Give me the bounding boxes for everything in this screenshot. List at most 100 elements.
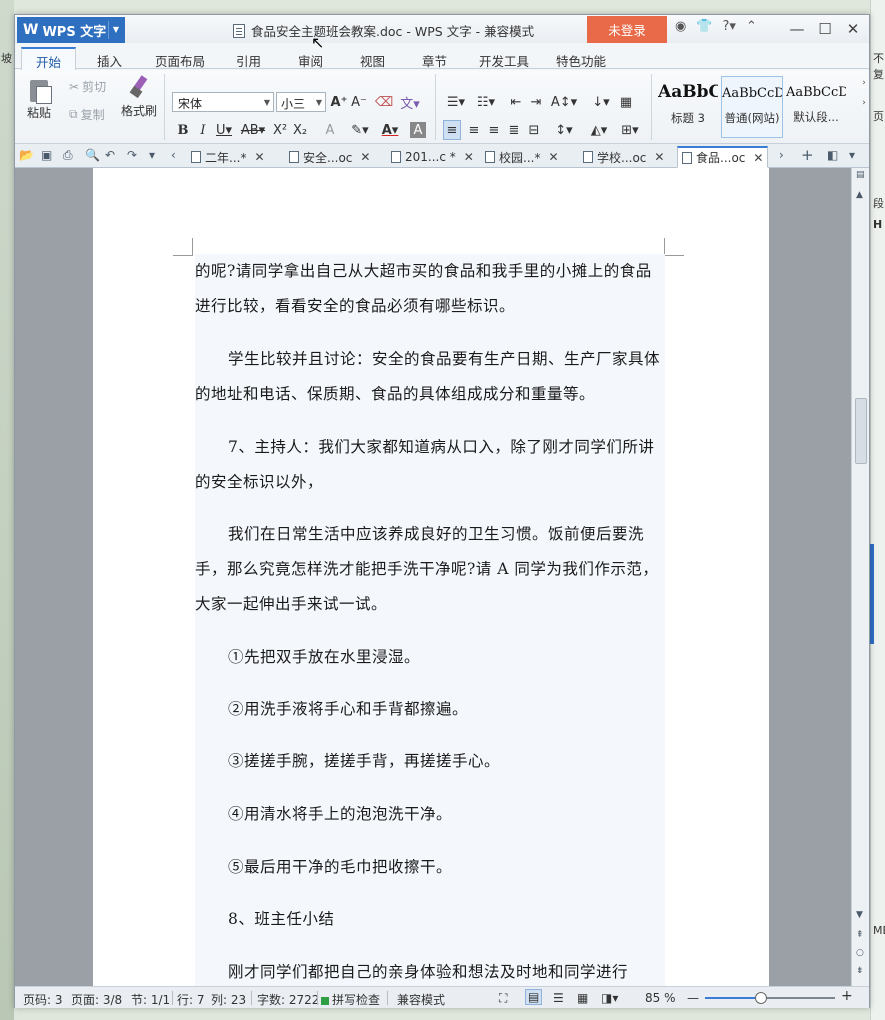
style-normal-web[interactable]: AaBbCcD 普通(网站): [721, 76, 783, 138]
collapse-ribbon-icon[interactable]: ⌃: [746, 19, 757, 34]
scroll-down-icon[interactable]: ▼: [856, 910, 863, 920]
style-default-paragraph[interactable]: AaBbCcDd 默认段...: [785, 76, 847, 138]
subscript-icon[interactable]: X₂: [291, 120, 309, 140]
shirt-icon[interactable]: 👕: [696, 19, 712, 34]
outline-view-icon[interactable]: ☰: [553, 991, 564, 1005]
page-view-icon[interactable]: ▤: [525, 989, 543, 1005]
line-spacing-icon[interactable]: ↕▾: [551, 120, 577, 140]
tab-chapter[interactable]: 章节: [422, 51, 447, 70]
zoom-out-icon[interactable]: —: [687, 991, 699, 1005]
doc-tab[interactable]: 201...c * ✕: [387, 146, 478, 168]
paste-button[interactable]: 粘贴: [27, 76, 52, 121]
zoom-in-icon[interactable]: +: [841, 988, 853, 1004]
print-icon[interactable]: ⎙: [63, 148, 73, 163]
tab-scroll-left-icon[interactable]: ‹: [171, 148, 176, 162]
chevron-down-icon[interactable]: ›: [862, 98, 866, 108]
sort-icon[interactable]: ↓▾: [589, 92, 613, 112]
doc-menu-icon[interactable]: ▾: [849, 148, 855, 162]
char-shading-icon[interactable]: A: [410, 122, 426, 138]
font-size-select[interactable]: 小三 ▼: [276, 92, 326, 112]
justify-icon[interactable]: ≣: [505, 120, 523, 140]
bullet-list-icon[interactable]: ☰▾: [443, 92, 469, 112]
clear-format-icon[interactable]: ⌫: [375, 92, 393, 112]
new-tab-icon[interactable]: +: [801, 146, 814, 164]
tab-scroll-right-icon[interactable]: ›: [779, 148, 784, 162]
status-pages[interactable]: 页面: 3/8: [71, 991, 122, 1008]
doc-tab[interactable]: 安全...oc ✕: [285, 146, 374, 168]
status-section[interactable]: 节: 1/1: [131, 991, 170, 1008]
vertical-scrollbar[interactable]: ▤ ▲ ▼ ⇞ ○ ⇟: [851, 168, 869, 986]
previous-page-icon[interactable]: ⇞: [856, 930, 864, 940]
tab-references[interactable]: 引用: [236, 51, 261, 70]
numbered-list-icon[interactable]: ☷▾: [473, 92, 499, 112]
status-page-number[interactable]: 页码: 3: [23, 991, 63, 1008]
paragraph[interactable]: 刚才同学们都把自己的亲身体验和想法及时地和同学进行: [195, 955, 667, 986]
document-canvas[interactable]: 的呢?请同学拿出自己从大超市买的食品和我手里的小摊上的食品进行比较，看看安全的食…: [15, 168, 851, 986]
maximize-icon[interactable]: ☐: [811, 17, 839, 41]
scrollbar-thumb[interactable]: [855, 398, 867, 464]
paragraph[interactable]: 7、主持人：我们大家都知道病从口入，除了刚才同学们所讲的安全标识以外，: [195, 430, 667, 500]
close-icon[interactable]: ✕: [254, 150, 264, 164]
style-heading-3[interactable]: AaBbC 标题 3: [657, 76, 719, 138]
paragraph[interactable]: 的呢?请同学拿出自己从大超市买的食品和我手里的小摊上的食品进行比较，看看安全的食…: [195, 254, 667, 324]
paragraph[interactable]: ⑤最后用干净的毛巾把收擦干。: [195, 850, 667, 885]
paragraph[interactable]: ③搓搓手腕，搓搓手背，再搓搓手心。: [195, 744, 667, 779]
login-button[interactable]: 未登录: [587, 16, 667, 43]
tab-special[interactable]: 特色功能: [556, 51, 606, 70]
pinyin-guide-icon[interactable]: 文▾: [397, 92, 423, 112]
app-menu-button[interactable]: W WPS 文字 ▼: [17, 17, 125, 43]
change-case-icon[interactable]: A↕▾: [551, 92, 577, 112]
border-icon[interactable]: ⊞▾: [617, 120, 643, 140]
shrink-font-icon[interactable]: A⁻: [350, 92, 368, 112]
doc-tab[interactable]: 二年...* ✕: [187, 146, 269, 168]
tab-home[interactable]: 开始: [21, 47, 77, 70]
table-icon[interactable]: ▦: [617, 92, 635, 112]
close-icon[interactable]: ✕: [654, 150, 664, 164]
paragraph[interactable]: ①先把双手放在水里浸湿。: [195, 640, 667, 675]
scroll-up-icon[interactable]: ▲: [856, 190, 863, 200]
status-word-count[interactable]: 字数: 2722: [257, 991, 319, 1008]
italic-icon[interactable]: I: [195, 120, 211, 140]
superscript-icon[interactable]: X²: [271, 120, 289, 140]
zoom-slider-handle[interactable]: [754, 992, 767, 1004]
zoom-slider[interactable]: [705, 992, 835, 1004]
doc-tab[interactable]: 校园...* ✕: [481, 146, 563, 168]
split-view-icon[interactable]: ▤: [856, 170, 865, 180]
distribute-icon[interactable]: ⊟: [525, 120, 543, 140]
spell-check-toggle[interactable]: 拼写检查: [321, 991, 380, 1008]
reading-mode-icon[interactable]: ◨▾: [601, 991, 618, 1005]
doc-tab-active[interactable]: 食品...oc ✕: [677, 146, 769, 168]
minimize-icon[interactable]: —: [783, 17, 811, 41]
chevron-up-icon[interactable]: ›: [862, 78, 866, 88]
cut-button[interactable]: ✂ 剪切: [69, 78, 106, 95]
align-left-icon[interactable]: ≡: [443, 120, 461, 140]
copy-button[interactable]: ⧉ 复制: [69, 106, 105, 123]
paragraph[interactable]: ②用洗手液将手心和手背都擦遍。: [195, 692, 667, 727]
close-icon[interactable]: ✕: [753, 151, 763, 165]
select-browse-object-icon[interactable]: ○: [856, 948, 864, 958]
increase-indent-icon[interactable]: ⇥: [527, 92, 545, 112]
next-page-icon[interactable]: ⇟: [856, 966, 864, 976]
help-icon[interactable]: ?▾: [723, 19, 736, 34]
paragraph[interactable]: 我们在日常生活中应该养成良好的卫生习惯。饭前便后要洗手，那么究竟怎样洗才能把手洗…: [195, 517, 667, 622]
redo-icon[interactable]: ↷: [127, 148, 137, 162]
align-right-icon[interactable]: ≡: [485, 120, 503, 140]
paragraph[interactable]: 学生比较并且讨论：安全的食品要有生产日期、生产厂家具体的地址和电话、保质期、食品…: [195, 342, 667, 412]
close-icon[interactable]: ✕: [548, 150, 558, 164]
web-view-icon[interactable]: ▦: [577, 991, 588, 1005]
decrease-indent-icon[interactable]: ⇤: [507, 92, 525, 112]
tab-developer[interactable]: 开发工具: [479, 51, 529, 70]
highlight-icon[interactable]: ✎▾: [347, 120, 373, 140]
save-icon[interactable]: ▣: [41, 148, 52, 162]
skin-icon[interactable]: ◉: [675, 19, 686, 34]
tab-view[interactable]: 视图: [360, 51, 385, 70]
paragraph-shading-icon[interactable]: ◭▾: [585, 120, 613, 140]
grow-font-icon[interactable]: A⁺: [330, 92, 348, 112]
paragraph[interactable]: 8、班主任小结: [195, 902, 667, 937]
strikethrough-icon[interactable]: AB▾: [239, 120, 267, 140]
status-row[interactable]: 行: 7: [177, 991, 205, 1008]
font-name-select[interactable]: 宋体 ▼: [172, 92, 274, 112]
font-color-icon[interactable]: A▾: [377, 120, 403, 140]
paragraph[interactable]: ④用清水将手上的泡泡洗干净。: [195, 797, 667, 832]
tab-review[interactable]: 审阅: [298, 51, 323, 70]
